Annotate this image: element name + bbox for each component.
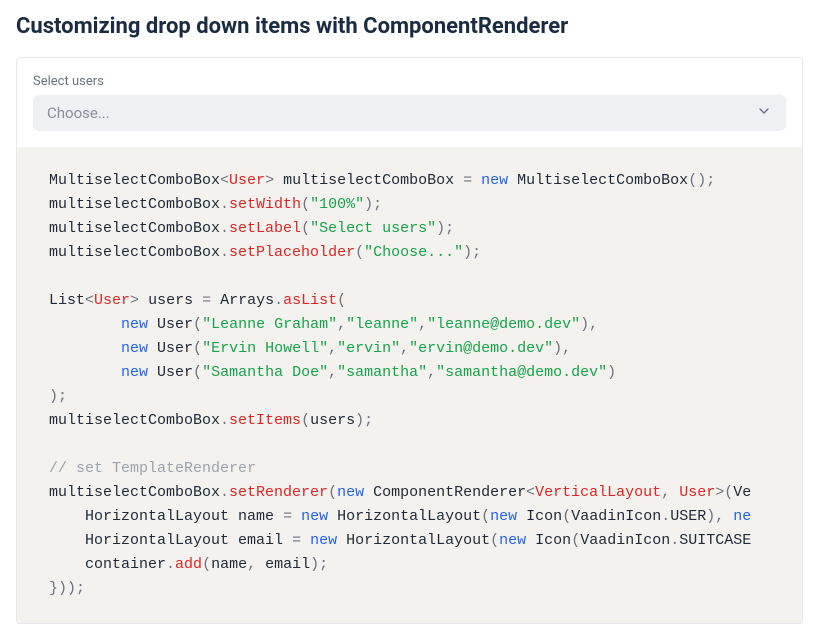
demo-card: Select users Choose... MultiselectComboB…	[16, 57, 803, 624]
combo-label: Select users	[33, 74, 786, 89]
code-content: MultiselectComboBox<User> multiselectCom…	[17, 169, 802, 601]
page-title: Customizing drop down items with Compone…	[16, 14, 803, 39]
combo-placeholder: Choose...	[47, 104, 110, 122]
code-snippet: MultiselectComboBox<User> multiselectCom…	[17, 147, 802, 623]
multiselect-combobox[interactable]: Choose...	[33, 95, 786, 131]
page: Customizing drop down items with Compone…	[0, 0, 819, 640]
combo-field-wrapper: Select users Choose...	[17, 58, 802, 147]
chevron-down-icon	[756, 103, 772, 123]
